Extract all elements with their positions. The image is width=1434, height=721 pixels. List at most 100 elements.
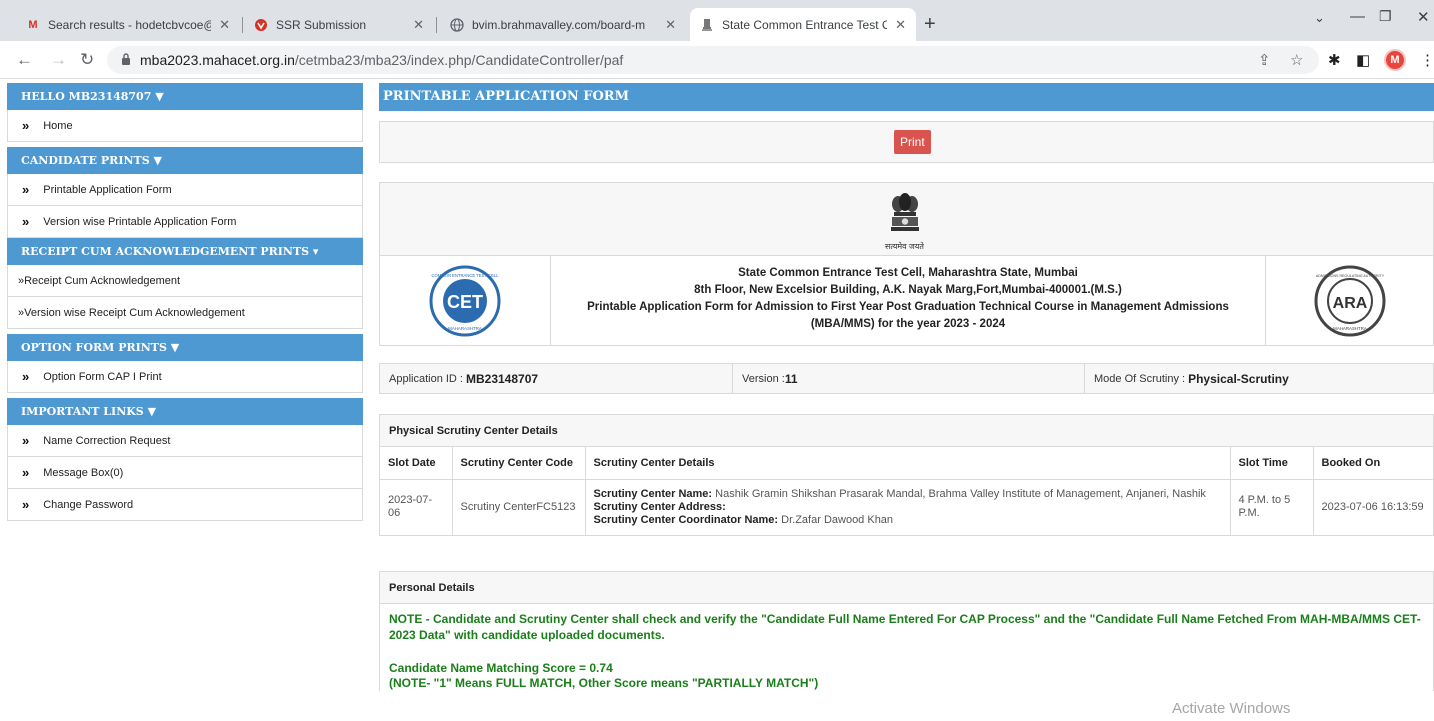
- national-emblem-icon: [891, 193, 919, 231]
- sidebar-item-label: »Version wise Receipt Cum Acknowledgemen…: [18, 306, 245, 319]
- gmail-icon: M: [28, 18, 38, 31]
- application-info-row: Application ID : MB23148707 Version :11 M…: [379, 363, 1434, 394]
- application-id-value: MB23148707: [465, 371, 539, 386]
- tab-title: State Common Entrance Test Cell: [722, 17, 888, 32]
- back-icon[interactable]: ←: [16, 50, 33, 70]
- scrutiny-table: Slot Date Scrutiny Center Code Scrutiny …: [380, 447, 1433, 535]
- center-code-cell: Scrutiny CenterFC5123: [452, 479, 586, 535]
- print-bar: Print: [379, 121, 1434, 163]
- org-line: Printable Application Form for Admission…: [587, 301, 1229, 313]
- sidebar-item-home[interactable]: » Home: [7, 110, 363, 142]
- score-line: Candidate Name Matching Score = 0.74: [389, 660, 613, 675]
- sidebar-item-change-password[interactable]: » Change Password: [7, 489, 363, 521]
- application-id-cell: Application ID : MB23148707: [380, 364, 733, 393]
- column-header: Scrutiny Center Code: [452, 447, 586, 480]
- side-panel-icon[interactable]: ◧: [1356, 51, 1370, 69]
- coordinator-label: Scrutiny Center Coordinator Name:: [593, 513, 779, 526]
- lock-icon: [121, 52, 131, 68]
- sidebar-section-candidate-prints[interactable]: CANDIDATE PRINTS ▼: [7, 147, 363, 174]
- scrutiny-mode-cell: Mode Of Scrutiny : Physical-Scrutiny: [1085, 364, 1433, 393]
- version-cell: Version :11: [733, 364, 1085, 393]
- print-button[interactable]: Print: [894, 130, 931, 154]
- slot-time-cell: 4 P.M. to 5 P.M.: [1230, 479, 1314, 535]
- scrutiny-section-title: Physical Scrutiny Center Details: [380, 415, 1433, 447]
- personal-details-section: Personal Details NOTE - Candidate and Sc…: [379, 570, 1434, 691]
- sidebar-section-option-form-prints[interactable]: OPTION FORM PRINTS ▼: [7, 334, 363, 361]
- sidebar-item-label: Printable Application Form: [43, 183, 172, 196]
- chevron-right-icon: »: [22, 214, 30, 229]
- form-header: सत्यमेव जयते CET COMMON ENTRANCE TEST CE…: [379, 182, 1434, 346]
- sidebar-item-name-correction[interactable]: » Name Correction Request: [7, 425, 363, 457]
- profile-avatar[interactable]: M: [1384, 49, 1406, 71]
- tab-title: bvim.brahmavalley.com/board-m: [472, 17, 646, 32]
- maximize-icon[interactable]: ❐: [1379, 8, 1392, 25]
- slot-date-cell: 2023-07-06: [380, 479, 453, 535]
- center-address-label: Scrutiny Center Address:: [593, 500, 726, 513]
- new-tab-icon[interactable]: +: [924, 13, 936, 36]
- table-header-row: Slot Date Scrutiny Center Code Scrutiny …: [380, 447, 1433, 480]
- chevron-right-icon: »: [22, 497, 30, 512]
- version-label: Version :: [742, 372, 785, 385]
- sidebar-item-version-wise-printable-form[interactable]: » Version wise Printable Application For…: [7, 206, 363, 238]
- organisation-row: CET COMMON ENTRANCE TEST CELL MAHARASHTR…: [380, 256, 1433, 345]
- reload-icon[interactable]: ↻: [80, 50, 94, 70]
- sidebar-item-label: Version wise Printable Application Form: [43, 215, 237, 228]
- sidebar-item-label: Name Correction Request: [43, 434, 171, 447]
- minimize-icon[interactable]: —: [1350, 8, 1365, 25]
- tab-separator: [436, 17, 437, 33]
- forward-icon[interactable]: →: [50, 50, 67, 70]
- extensions-icon[interactable]: ✱: [1328, 51, 1341, 69]
- personal-details-title: Personal Details: [380, 571, 1433, 604]
- tab-ssr[interactable]: SSR Submission ✕: [244, 8, 434, 41]
- tab-separator: [242, 17, 243, 33]
- menu-icon[interactable]: ⋮: [1420, 51, 1434, 69]
- close-icon[interactable]: ✕: [895, 17, 906, 33]
- application-id-label: Application ID :: [389, 372, 463, 385]
- window-close-icon[interactable]: ✕: [1417, 8, 1430, 26]
- browser-tab-bar: M Search results - hodetcbvcoe@g ✕ SSR S…: [0, 0, 1434, 41]
- ara-logo-ring-text: ADMISSIONS REGULATING AUTHORITY: [1315, 274, 1384, 278]
- close-icon[interactable]: ✕: [665, 17, 676, 33]
- share-icon[interactable]: ⇪: [1258, 51, 1271, 69]
- sidebar-item-printable-application-form[interactable]: » Printable Application Form: [7, 174, 363, 206]
- emblem-caption: सत्यमेव जयते: [885, 242, 924, 251]
- sidebar-section-important-links[interactable]: IMPORTANT LINKS ▼: [7, 398, 363, 425]
- sidebar-item-label: »Receipt Cum Acknowledgement: [18, 274, 181, 287]
- close-icon[interactable]: ✕: [413, 17, 424, 33]
- tab-cet-active[interactable]: State Common Entrance Test Cell ✕: [690, 8, 916, 41]
- sidebar-item-version-wise-receipt[interactable]: »Version wise Receipt Cum Acknowledgemen…: [7, 297, 363, 329]
- url-input[interactable]: mba2023.mahacet.org.in/cetmba23/mba23/in…: [107, 46, 1319, 74]
- tab-search-icon[interactable]: ⌄: [1314, 10, 1325, 26]
- verification-note: NOTE - Candidate and Scrutiny Center sha…: [389, 611, 1421, 642]
- chevron-right-icon: »: [22, 118, 30, 133]
- name-matching-score: Candidate Name Matching Score = 0.74 (NO…: [380, 643, 1433, 691]
- sidebar-greeting[interactable]: HELLO MB23148707 ▼: [7, 83, 363, 110]
- url-host: mba2023.mahacet.org.in: [140, 52, 295, 68]
- ara-logo-text: ARA: [1332, 295, 1367, 312]
- bookmark-star-icon[interactable]: ☆: [1290, 51, 1303, 69]
- center-details-cell: Scrutiny Center Name: Nashik Gramin Shik…: [585, 479, 1231, 535]
- close-icon[interactable]: ✕: [219, 17, 230, 33]
- tab-title: SSR Submission: [276, 17, 367, 32]
- page-title: PRINTABLE APPLICATION FORM: [379, 83, 1434, 111]
- organisation-text: State Common Entrance Test Cell, Maharas…: [551, 256, 1265, 345]
- org-line: State Common Entrance Test Cell, Maharas…: [738, 267, 1078, 279]
- sidebar: HELLO MB23148707 ▼ » Home CANDIDATE PRIN…: [7, 83, 363, 521]
- activate-windows-watermark: Activate Windows: [1172, 700, 1291, 717]
- version-value: 11: [784, 371, 798, 386]
- scrutiny-center-section: Physical Scrutiny Center Details Slot Da…: [379, 414, 1434, 536]
- cet-logo-text: CET: [447, 292, 483, 312]
- sidebar-item-receipt-acknowledgement[interactable]: »Receipt Cum Acknowledgement: [7, 265, 363, 297]
- sidebar-item-message-box[interactable]: » Message Box(0): [7, 457, 363, 489]
- sidebar-item-option-form-cap-print[interactable]: » Option Form CAP I Print: [7, 361, 363, 393]
- org-line: (MBA/MMS) for the year 2023 - 2024: [810, 318, 1006, 330]
- sidebar-section-receipt-prints[interactable]: RECEIPT CUM ACKNOWLEDGEMENT PRINTS ▾: [7, 238, 363, 265]
- chevron-right-icon: »: [22, 465, 30, 480]
- tab-bvim[interactable]: bvim.brahmavalley.com/board-m ✕: [440, 8, 686, 41]
- tab-gmail[interactable]: M Search results - hodetcbvcoe@g ✕: [16, 8, 240, 41]
- scrutiny-mode-label: Mode Of Scrutiny :: [1094, 372, 1186, 385]
- org-line: 8th Floor, New Excelsior Building, A.K. …: [694, 284, 1122, 296]
- column-header: Slot Time: [1230, 447, 1314, 480]
- emblem-icon: [700, 18, 714, 32]
- sidebar-item-label: Home: [43, 119, 73, 132]
